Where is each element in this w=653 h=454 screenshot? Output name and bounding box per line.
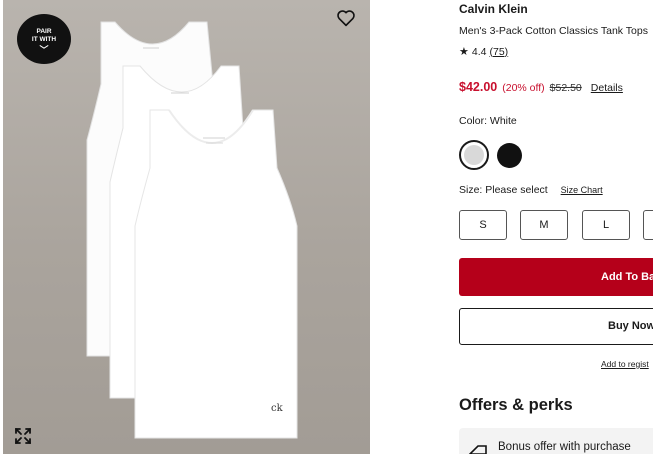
expand-arrows-icon <box>15 428 31 444</box>
size-option-m[interactable]: M <box>520 210 568 240</box>
ck-logo: ck <box>271 403 283 414</box>
pair-it-with-button[interactable]: PAIR IT WITH ﹀ <box>17 14 71 64</box>
rating-value: 4.4 <box>471 45 487 58</box>
expand-image-button[interactable] <box>14 427 32 445</box>
add-to-bag-button[interactable]: Add To Ba <box>459 258 653 296</box>
price-row: $42.00 (20% off) $52.50 Details <box>459 80 623 94</box>
swatch-white-fill <box>464 145 484 165</box>
sale-price: $42.00 <box>459 80 498 94</box>
color-label: Color: White <box>459 115 517 127</box>
pair-badge-line2: IT WITH <box>31 36 57 43</box>
product-title: Men's 3-Pack Cotton Classics Tank Tops <box>459 25 648 37</box>
gift-tag-icon <box>468 445 487 454</box>
tank-tops-photo <box>86 21 298 439</box>
rating[interactable]: ★ 4.4 (75) <box>459 45 508 59</box>
size-row: Size: Please select Size Chart <box>459 184 603 196</box>
offers-heading: Offers & perks <box>459 396 573 414</box>
size-option-s[interactable]: S <box>459 210 507 240</box>
discount-percent: (20% off) <box>502 82 545 94</box>
product-image[interactable]: ck PAIR IT WITH ﹀ <box>3 0 370 454</box>
size-label: Size: Please select <box>459 184 548 196</box>
star-icon: ★ <box>459 46 469 58</box>
pair-badge-line1: PAIR <box>36 28 52 35</box>
swatch-black[interactable] <box>497 143 522 168</box>
chevron-down-icon: ﹀ <box>39 45 49 55</box>
favorite-button[interactable] <box>336 9 358 29</box>
product-page: ck PAIR IT WITH ﹀ Calvin Klein Men's 3-P… <box>0 0 653 454</box>
swatch-white[interactable] <box>459 140 489 170</box>
brand-name[interactable]: Calvin Klein <box>459 2 528 16</box>
review-count-link[interactable]: (75) <box>489 46 508 58</box>
offer-text: Bonus offer with purchase <box>498 441 631 453</box>
original-price: $52.50 <box>549 82 582 94</box>
size-chart-link[interactable]: Size Chart <box>561 185 603 195</box>
add-to-registry-link[interactable]: Add to regist <box>601 359 649 369</box>
price-details-link[interactable]: Details <box>591 82 623 94</box>
size-option-xl[interactable] <box>643 210 653 240</box>
heart-icon <box>337 10 355 27</box>
buy-now-button[interactable]: Buy Now <box>459 308 653 345</box>
size-option-l[interactable]: L <box>582 210 630 240</box>
